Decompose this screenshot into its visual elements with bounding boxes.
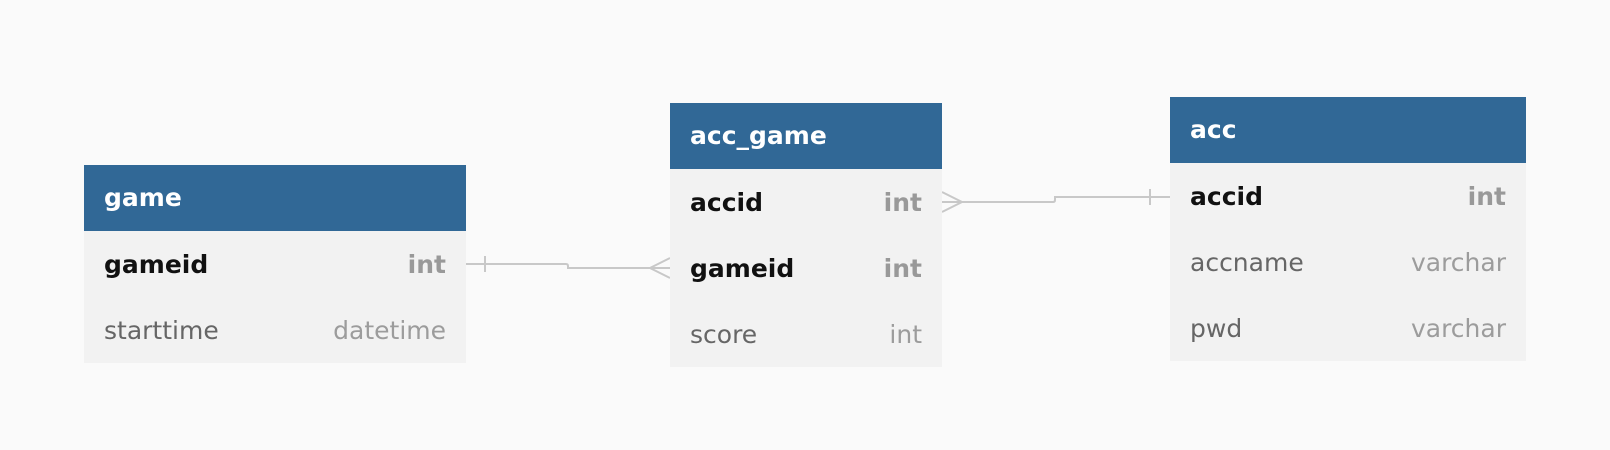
field-name: accname	[1190, 247, 1304, 277]
field-row-pwd[interactable]: pwd varchar	[1170, 295, 1526, 361]
table-game[interactable]: game gameid int starttime datetime	[84, 165, 466, 363]
field-type: int	[883, 187, 922, 217]
field-row-gameid[interactable]: gameid int	[670, 235, 942, 301]
table-acc[interactable]: acc accid int accname varchar pwd varcha…	[1170, 97, 1526, 361]
field-type: int	[1467, 181, 1506, 211]
many-marker	[941, 191, 965, 213]
field-name: gameid	[104, 249, 209, 279]
er-diagram-canvas: game gameid int starttime datetime acc_g…	[0, 0, 1610, 450]
field-row-accid[interactable]: accid int	[670, 169, 942, 235]
field-type: int	[889, 319, 922, 349]
table-title[interactable]: acc_game	[670, 103, 942, 169]
relationship-game-acc-game[interactable]	[466, 256, 671, 279]
table-title[interactable]: acc	[1170, 97, 1526, 163]
field-row-starttime[interactable]: starttime datetime	[84, 297, 466, 363]
field-type: int	[407, 249, 446, 279]
many-marker	[647, 257, 671, 279]
field-name: starttime	[104, 315, 219, 345]
field-type: datetime	[333, 315, 446, 345]
field-row-gameid[interactable]: gameid int	[84, 231, 466, 297]
field-row-accid[interactable]: accid int	[1170, 163, 1526, 229]
field-name: pwd	[1190, 313, 1243, 343]
field-name: score	[690, 319, 758, 349]
field-name: gameid	[690, 253, 795, 283]
field-type: varchar	[1410, 313, 1506, 343]
field-name: accid	[1190, 181, 1263, 211]
table-title[interactable]: game	[84, 165, 466, 231]
field-type: varchar	[1410, 247, 1506, 277]
relationship-acc-acc-game[interactable]	[941, 189, 1170, 213]
table-acc-game[interactable]: acc_game accid int gameid int score int	[670, 103, 942, 367]
field-type: int	[883, 253, 922, 283]
field-name: accid	[690, 187, 763, 217]
field-row-accname[interactable]: accname varchar	[1170, 229, 1526, 295]
field-row-score[interactable]: score int	[670, 301, 942, 367]
